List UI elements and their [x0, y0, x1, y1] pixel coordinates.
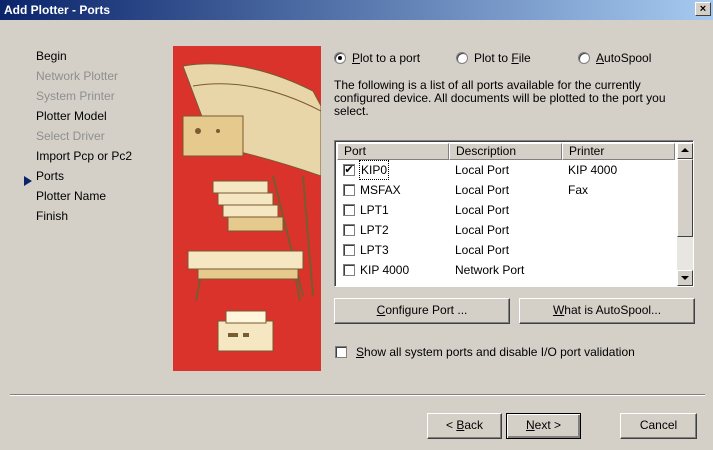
port-checkbox[interactable]: [343, 224, 355, 236]
checkbox-box: [335, 346, 347, 358]
radio-plot-to-port[interactable]: Plot to a port: [334, 50, 420, 66]
table-row[interactable]: LPT1 Local Port: [337, 201, 675, 219]
radio-plot-to-file-label: Plot to File: [474, 51, 531, 65]
scroll-thumb[interactable]: [677, 159, 693, 237]
table-row[interactable]: MSFAX Local Port Fax: [337, 181, 675, 199]
port-name: KIP 4000: [360, 263, 410, 277]
cancel-button[interactable]: Cancel: [620, 413, 697, 439]
scroll-up-icon[interactable]: [677, 143, 693, 159]
table-row[interactable]: ✔ KIP0 Local Port KIP 4000: [337, 160, 675, 180]
radio-indicator: [334, 52, 346, 64]
close-icon: ×: [699, 3, 707, 15]
port-name: MSFAX: [360, 183, 401, 197]
table-row[interactable]: KIP 4000 Network Port: [337, 261, 675, 279]
wizard-step-system-printer: System Printer: [36, 89, 115, 103]
port-checkbox[interactable]: [343, 204, 355, 216]
close-button[interactable]: ×: [695, 2, 711, 16]
radio-plot-to-file[interactable]: Plot to File: [456, 50, 531, 66]
ports-list-header: Port Description Printer: [337, 143, 675, 160]
radio-indicator: [578, 52, 590, 64]
wizard-step-plotter-name: Plotter Name: [36, 189, 107, 203]
wizard-step-ports: Ports: [36, 169, 65, 183]
cell-description: Local Port: [455, 183, 510, 197]
cell-description: Local Port: [455, 203, 510, 217]
table-row[interactable]: LPT3 Local Port: [337, 241, 675, 259]
title-bar: Add Plotter - Ports ×: [0, 0, 713, 20]
scroll-down-icon[interactable]: [677, 270, 693, 286]
radio-indicator: [456, 52, 468, 64]
cell-printer: [562, 221, 675, 239]
wizard-step-select-driver: Select Driver: [36, 129, 105, 143]
port-checkbox[interactable]: [343, 184, 355, 196]
current-step-arrow-icon: [24, 176, 32, 186]
wizard-steps: Begin Network Plotter System Printer Plotte…: [36, 49, 132, 229]
window-title: Add Plotter - Ports: [4, 3, 111, 17]
cell-port: ✔ KIP0: [337, 160, 449, 180]
configure-port-button[interactable]: Configure Port ...: [334, 298, 510, 324]
wizard-step-import-pcp-or-pc2: Import Pcp or Pc2: [36, 149, 133, 163]
cell-printer: [562, 261, 675, 279]
cell-printer: [562, 201, 675, 219]
port-checkbox[interactable]: ✔: [343, 164, 355, 176]
show-system-ports-label: Show all system ports and disable I/O po…: [356, 345, 635, 359]
what-is-autospool-button[interactable]: What is AutoSpool...: [519, 298, 695, 324]
wizard-step-plotter-model: Plotter Model: [36, 109, 107, 123]
radio-autospool[interactable]: AutoSpool: [578, 50, 651, 66]
cell-description: Network Port: [455, 263, 525, 277]
cell-description: Local Port: [455, 243, 510, 257]
port-name: LPT3: [360, 243, 389, 257]
ports-list-scrollbar[interactable]: [677, 143, 693, 286]
cell-description: Local Port: [455, 163, 510, 177]
back-button[interactable]: < Back: [427, 413, 502, 439]
cell-printer: [562, 241, 675, 259]
port-checkbox[interactable]: [343, 264, 355, 276]
wizard-step-network-plotter: Network Plotter: [36, 69, 119, 83]
cell-port: LPT2: [337, 221, 449, 239]
cell-printer: KIP 4000: [568, 163, 618, 177]
wizard-step-begin: Begin: [36, 49, 67, 63]
port-name: LPT1: [360, 203, 389, 217]
cell-printer: Fax: [568, 183, 589, 197]
cell-port: LPT3: [337, 241, 449, 259]
wizard-step-finish: Finish: [36, 209, 69, 223]
table-row[interactable]: LPT2 Local Port: [337, 221, 675, 239]
column-header-port[interactable]: Port: [337, 143, 449, 160]
radio-plot-to-port-label: Plot to a port: [352, 51, 421, 65]
port-name: KIP0: [358, 160, 390, 180]
ports-description: The following is a list of all ports ava…: [334, 78, 666, 118]
footer-separator: [10, 394, 705, 396]
plotter-illustration: [173, 46, 321, 371]
cell-port: MSFAX: [337, 181, 449, 199]
cell-description: Local Port: [455, 223, 510, 237]
ports-list[interactable]: Port Description Printer ✔ KIP0 Local Port…: [334, 140, 694, 287]
port-name: LPT2: [360, 223, 389, 237]
cell-port: KIP 4000: [337, 261, 449, 279]
port-checkbox[interactable]: [343, 244, 355, 256]
column-header-printer[interactable]: Printer: [562, 143, 675, 160]
show-system-ports-checkbox[interactable]: Show all system ports and disable I/O po…: [335, 345, 635, 359]
cell-port: LPT1: [337, 201, 449, 219]
column-header-description[interactable]: Description: [449, 143, 562, 160]
next-button[interactable]: Next >: [506, 413, 581, 439]
radio-autospool-label: AutoSpool: [596, 51, 652, 65]
